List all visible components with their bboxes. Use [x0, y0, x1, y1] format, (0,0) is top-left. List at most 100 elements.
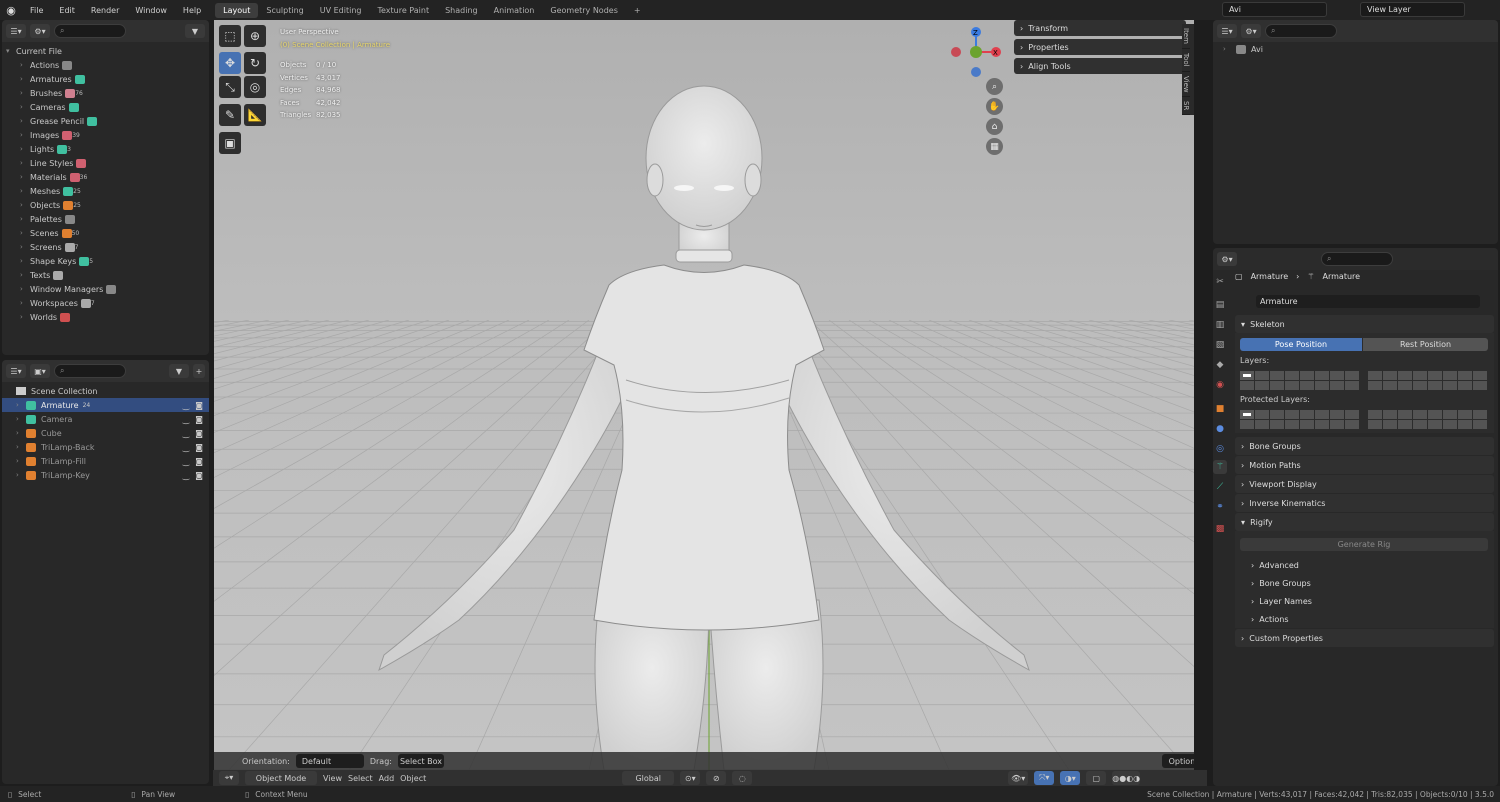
armature-data-tab-icon[interactable]: ⚚: [1213, 460, 1227, 474]
expand-arrow-icon[interactable]: ›: [16, 415, 26, 423]
tab-uv-editing[interactable]: UV Editing: [312, 3, 370, 18]
layer-toggle[interactable]: [1473, 381, 1487, 390]
blender-logo-icon[interactable]: ◉: [0, 4, 22, 17]
tab-animation[interactable]: Animation: [486, 3, 543, 18]
layer-toggle[interactable]: [1255, 371, 1269, 380]
datablock-row[interactable]: › Lights 3: [6, 142, 205, 156]
layer-toggle[interactable]: [1428, 420, 1442, 429]
rotate-tool[interactable]: ↻: [244, 52, 266, 74]
expand-arrow-icon[interactable]: ›: [20, 271, 30, 279]
layer-toggle[interactable]: [1413, 420, 1427, 429]
menu-view[interactable]: View: [323, 774, 342, 783]
xray-icon[interactable]: ▢: [1086, 771, 1107, 785]
menu-object[interactable]: Object: [400, 774, 426, 783]
expand-arrow-icon[interactable]: ›: [20, 61, 30, 69]
expand-arrow-icon[interactable]: ›: [20, 299, 30, 307]
modifiers-icon[interactable]: ●: [1213, 422, 1227, 436]
texture-icon[interactable]: ▩: [1213, 522, 1227, 536]
layer-toggle[interactable]: [1255, 410, 1269, 419]
add-workspace-button[interactable]: +: [626, 3, 649, 18]
expand-arrow-icon[interactable]: ›: [20, 131, 30, 139]
rigify-bone-groups-header[interactable]: › Bone Groups: [1245, 575, 1494, 592]
layers-grid-right[interactable]: [1368, 371, 1487, 390]
layer-toggle[interactable]: [1368, 410, 1382, 419]
expand-arrow-icon[interactable]: ›: [20, 117, 30, 125]
layer-toggle[interactable]: [1458, 381, 1472, 390]
npanel-align-tools[interactable]: › Align Tools: [1014, 58, 1186, 74]
npanel-transform[interactable]: › Transform: [1014, 20, 1186, 36]
view-layer-icon[interactable]: ▧: [1213, 338, 1227, 352]
constraints-icon[interactable]: ⚭: [1213, 500, 1227, 514]
search-icon-4[interactable]: ⌕: [1265, 24, 1337, 38]
layer-toggle[interactable]: [1398, 371, 1412, 380]
layer-toggle[interactable]: [1330, 410, 1344, 419]
datablock-row[interactable]: › Materials 36: [6, 170, 205, 184]
datablock-row[interactable]: › Objects 25: [6, 198, 205, 212]
world-icon[interactable]: ◉: [1213, 378, 1227, 392]
expand-arrow-icon[interactable]: ›: [20, 257, 30, 265]
perspective-toggle-icon[interactable]: ▦: [986, 138, 1003, 155]
armature-name-field[interactable]: Armature: [1256, 295, 1480, 308]
layer-toggle[interactable]: [1315, 381, 1329, 390]
layer-toggle[interactable]: [1285, 381, 1299, 390]
layer-toggle[interactable]: [1240, 410, 1254, 419]
layer-toggle[interactable]: [1473, 371, 1487, 380]
npanel-properties[interactable]: › Properties: [1014, 39, 1186, 55]
expand-arrow-icon[interactable]: ›: [20, 229, 30, 237]
layer-toggle[interactable]: [1428, 371, 1442, 380]
search-icon[interactable]: ⌕: [54, 24, 126, 38]
menu-add[interactable]: Add: [379, 774, 395, 783]
menu-help[interactable]: Help: [175, 6, 209, 15]
filter-icon-2[interactable]: ▼: [169, 364, 189, 378]
pose-position-button[interactable]: Pose Position: [1240, 338, 1362, 351]
layer-toggle[interactable]: [1240, 371, 1254, 380]
expand-arrow-icon[interactable]: ›: [20, 313, 30, 321]
navigation-gizmo[interactable]: Z X: [948, 24, 1008, 84]
orientation-dropdown[interactable]: Default: [295, 754, 364, 768]
snap-icon[interactable]: ⊘: [706, 771, 727, 785]
move-tool[interactable]: ✥: [219, 52, 241, 74]
tab-sculpting[interactable]: Sculpting: [258, 3, 311, 18]
tool-settings-icon[interactable]: ✂: [1213, 275, 1227, 289]
bone-icon[interactable]: ⟋: [1213, 480, 1227, 494]
layer-toggle[interactable]: [1413, 381, 1427, 390]
layer-toggle[interactable]: [1285, 410, 1299, 419]
visibility-eye-icon[interactable]: ‿: [183, 457, 189, 466]
tab-item[interactable]: Item: [1182, 24, 1190, 49]
expand-arrow-icon[interactable]: ›: [16, 401, 26, 409]
layer-toggle[interactable]: [1383, 381, 1397, 390]
zoom-icon[interactable]: ⌕: [986, 78, 1003, 95]
menu-select[interactable]: Select: [348, 774, 373, 783]
render-camera-icon[interactable]: ◙: [195, 471, 203, 480]
layer-toggle[interactable]: [1345, 371, 1359, 380]
datablock-row[interactable]: › Shape Keys 5: [6, 254, 205, 268]
character-model[interactable]: [364, 80, 1044, 770]
scene-item-row[interactable]: › Avi: [1213, 42, 1498, 56]
layer-toggle[interactable]: [1315, 410, 1329, 419]
shading-icons[interactable]: ◍●◐◑: [1112, 771, 1141, 785]
datablock-row[interactable]: › Images 39: [6, 128, 205, 142]
layers-grid-left[interactable]: [1240, 371, 1359, 390]
new-collection-icon[interactable]: +: [193, 364, 205, 378]
editor-type-button-2[interactable]: ☰▾: [6, 364, 26, 378]
datablock-row[interactable]: › Window Managers: [6, 282, 205, 296]
layer-toggle[interactable]: [1383, 371, 1397, 380]
layer-toggle[interactable]: [1300, 420, 1314, 429]
proportional-edit-icon[interactable]: ◌: [732, 771, 753, 785]
layer-toggle[interactable]: [1270, 410, 1284, 419]
layer-toggle[interactable]: [1240, 381, 1254, 390]
rest-position-button[interactable]: Rest Position: [1363, 338, 1488, 351]
expand-arrow-icon[interactable]: ›: [16, 457, 26, 465]
layer-toggle[interactable]: [1315, 371, 1329, 380]
viewport-display-panel-header[interactable]: › Viewport Display: [1235, 475, 1494, 493]
datablock-row[interactable]: › Actions: [6, 58, 205, 72]
datablock-row[interactable]: › Armatures: [6, 72, 205, 86]
expand-arrow-icon[interactable]: ›: [20, 145, 30, 153]
layer-toggle[interactable]: [1473, 420, 1487, 429]
layer-toggle[interactable]: [1255, 381, 1269, 390]
filter-icon[interactable]: ▼: [185, 24, 205, 38]
display-mode-button[interactable]: ⚙▾: [30, 24, 50, 38]
layer-toggle[interactable]: [1458, 371, 1472, 380]
expand-arrow-icon[interactable]: ›: [16, 471, 26, 479]
layer-toggle[interactable]: [1398, 381, 1412, 390]
